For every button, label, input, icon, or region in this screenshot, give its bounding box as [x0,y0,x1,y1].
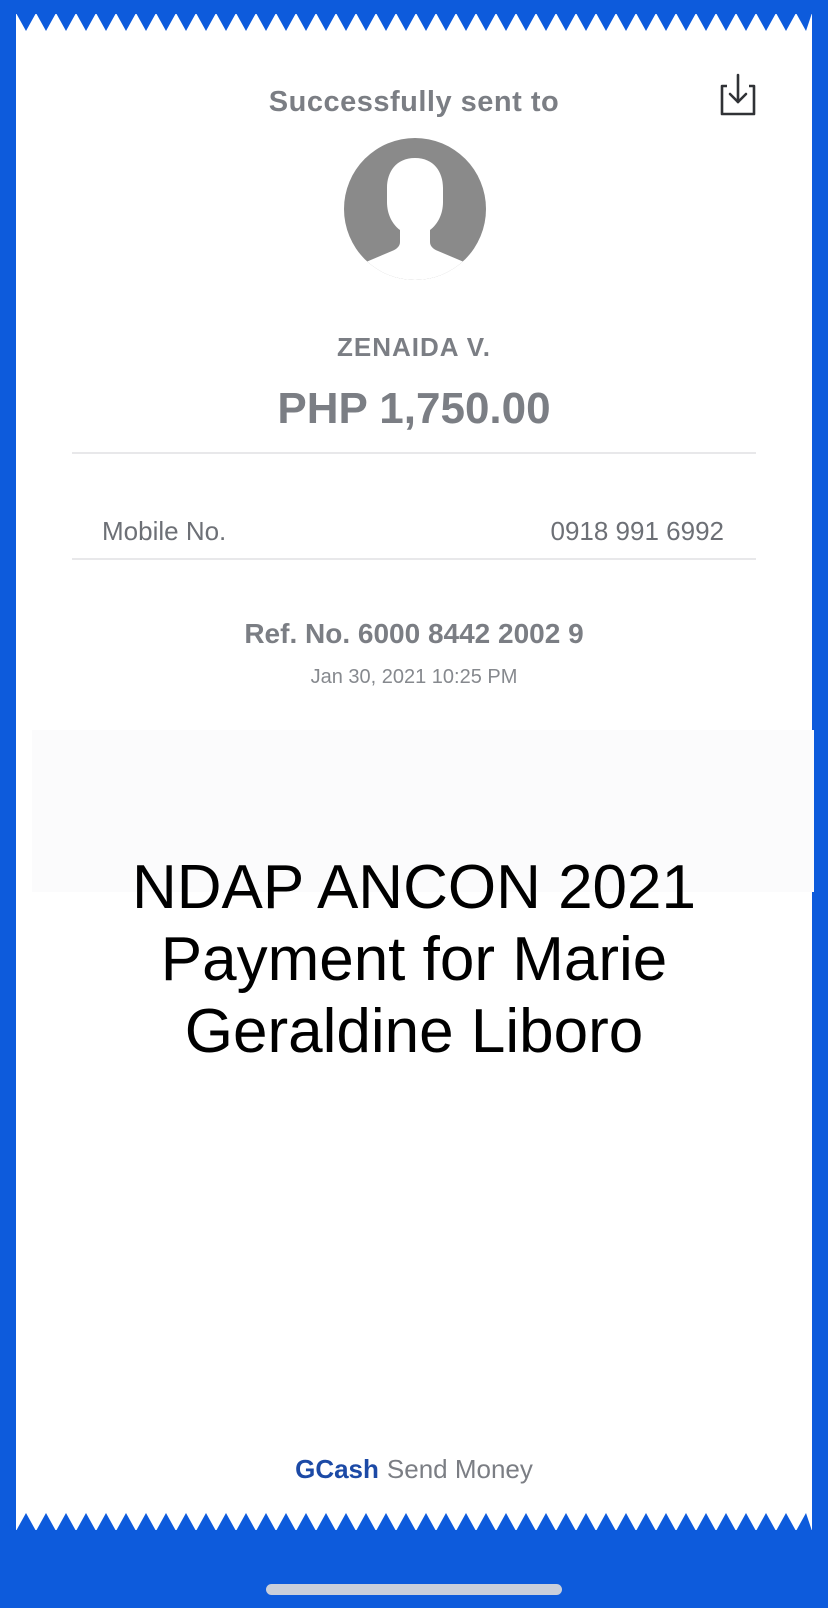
reference-number: Ref. No. 6000 8442 2002 9 [244,618,584,649]
zigzag-top-edge [16,13,812,31]
download-icon [720,73,756,116]
success-title: Successfully sent to [268,86,560,118]
divider [72,452,756,454]
zigzag-bottom-edge [16,1513,812,1531]
receipt-card: Successfully sent to ZENAIDA V. PHP 1,75… [16,13,814,1531]
home-indicator [266,1584,562,1595]
user-avatar-icon [344,138,486,280]
mobile-label: Mobile No. [102,516,227,546]
note-line: Geraldine Liboro [184,997,644,1066]
brand-name: GCash [295,1454,379,1484]
service-name: Send Money [386,1454,533,1484]
mobile-value: 0918 991 6992 [550,516,724,546]
download-button[interactable] [718,72,758,118]
footer: GCash Send Money [16,1454,812,1485]
amount-value: PHP 1,750.00 [277,384,551,433]
payment-note: NDAP ANCON 2021 Payment for Marie Gerald… [16,852,812,1068]
note-line: Payment for Marie [160,925,668,994]
divider [72,558,756,560]
transaction-datetime: Jan 30, 2021 10:25 PM [310,666,518,688]
note-line: NDAP ANCON 2021 [132,853,696,922]
recipient-name: ZENAIDA V. [337,332,491,362]
